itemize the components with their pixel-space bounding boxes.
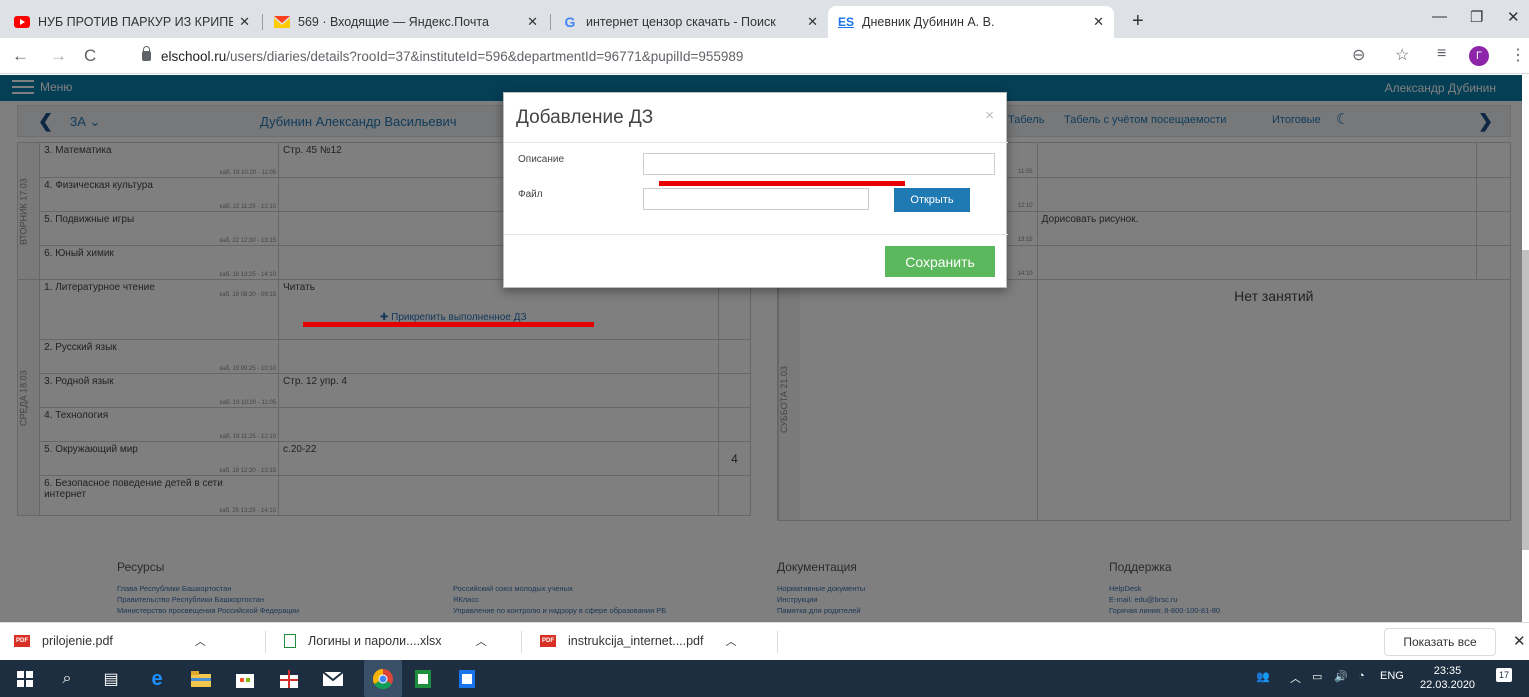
people-icon[interactable]: 👥 <box>1256 670 1270 683</box>
clock-date: 22.03.2020 <box>1420 679 1476 691</box>
file-input[interactable] <box>643 188 869 210</box>
close-icon[interactable]: ✕ <box>1093 14 1104 30</box>
close-icon[interactable]: × <box>985 107 994 124</box>
url-path: /users/diaries/details?rooId=37&institut… <box>226 48 744 64</box>
tab-title: Дневник Дубинин А. В. <box>862 15 995 29</box>
add-homework-modal: Добавление ДЗ × Описание Файл Открыть Со… <box>503 92 1008 288</box>
back-icon[interactable]: ← <box>12 46 29 66</box>
reload-icon[interactable]: C <box>84 46 96 66</box>
tab-title: интернет цензор скачать - Поиск <box>586 15 776 29</box>
open-file-button[interactable]: Открыть <box>894 188 970 212</box>
tab-google-search[interactable]: G интернет цензор скачать - Поиск ✕ <box>552 6 828 38</box>
restore-icon[interactable]: ❐ <box>1470 8 1483 26</box>
modal-title: Добавление ДЗ <box>516 107 654 128</box>
xlsx-icon <box>284 634 296 648</box>
minimize-icon[interactable]: — <box>1432 8 1447 25</box>
google-icon: G <box>564 14 576 30</box>
language-indicator[interactable]: ENG <box>1380 670 1404 682</box>
yandex-mail-icon <box>274 14 290 30</box>
close-icon[interactable]: ✕ <box>527 14 538 30</box>
tab-title: 569 · Входящие — Яндекс.Почта <box>298 15 489 29</box>
red-annotation-line <box>303 322 594 327</box>
task-view-icon[interactable]: ▤ <box>100 668 122 690</box>
url-bar[interactable]: elschool.ru/users/diaries/details?rooId=… <box>130 44 1340 68</box>
windows-start-icon[interactable] <box>14 668 36 690</box>
downloads-bar: PDF prilojenie.pdf ︿ Логины и пароли....… <box>0 622 1529 660</box>
close-icon[interactable]: ✕ <box>807 14 818 30</box>
windows-taskbar: ⌕ ▤ e 👥 ︿ ▭ 🔊 ◔ ENG 23:35 22.03.2020 17 <box>0 660 1529 697</box>
elschool-icon: ES <box>838 15 855 29</box>
save-button[interactable]: Сохранить <box>885 246 995 277</box>
search-icon[interactable]: ⌕ <box>56 668 78 690</box>
chevron-up-icon[interactable]: ︿ <box>195 633 206 649</box>
tray-chevron-icon[interactable]: ︿ <box>1290 670 1301 686</box>
mail-icon[interactable] <box>322 668 344 690</box>
download-item[interactable]: Логины и пароли....xlsx ︿ <box>284 633 487 649</box>
screen: НУБ ПРОТИВ ПАРКУР ИЗ КРИПЕ ✕ 569 · Входя… <box>0 0 1529 697</box>
pdf-icon: PDF <box>14 635 30 647</box>
tab-youtube[interactable]: НУБ ПРОТИВ ПАРКУР ИЗ КРИПЕ ✕ <box>4 6 260 38</box>
lock-icon <box>142 46 151 61</box>
chrome-icon[interactable] <box>364 660 402 697</box>
description-label: Описание <box>518 154 565 165</box>
url-host: elschool.ru <box>161 48 227 64</box>
tab-yandex-mail[interactable]: 569 · Входящие — Яндекс.Почта ✕ <box>264 6 548 38</box>
bookmark-star-icon[interactable]: ☆ <box>1395 45 1409 65</box>
forward-icon[interactable]: → <box>50 46 67 66</box>
description-input[interactable] <box>643 153 995 175</box>
explorer-icon[interactable] <box>190 668 212 690</box>
volume-icon[interactable]: 🔊 <box>1334 670 1348 683</box>
edge-icon[interactable]: e <box>146 668 168 690</box>
close-icon[interactable]: ✕ <box>1513 632 1526 650</box>
chevron-up-icon[interactable]: ︿ <box>476 633 487 649</box>
new-tab-button[interactable]: + <box>1132 10 1144 33</box>
file-label: Файл <box>518 189 543 200</box>
download-name: Логины и пароли....xlsx <box>308 634 442 648</box>
spreadsheet-app-icon[interactable] <box>412 668 434 690</box>
profile-avatar[interactable]: Г <box>1469 46 1489 66</box>
show-all-downloads-button[interactable]: Показать все <box>1384 628 1496 656</box>
document-app-icon[interactable] <box>456 668 478 690</box>
youtube-icon <box>14 14 30 30</box>
wifi-icon[interactable]: ◔ <box>1358 670 1365 682</box>
red-annotation-line <box>659 181 905 186</box>
pdf-icon: PDF <box>540 635 556 647</box>
gift-app-icon[interactable] <box>278 668 300 690</box>
browser-tab-strip: НУБ ПРОТИВ ПАРКУР ИЗ КРИПЕ ✕ 569 · Входя… <box>0 0 1529 38</box>
notifications-icon[interactable]: 17 <box>1496 668 1513 682</box>
tab-elschool-diary[interactable]: ES Дневник Дубинин А. В. ✕ <box>828 6 1114 38</box>
scrollbar-thumb[interactable] <box>1522 250 1529 550</box>
store-icon[interactable] <box>234 668 256 690</box>
download-name: prilojenie.pdf <box>42 634 113 648</box>
download-name: instrukcija_internet....pdf <box>568 634 704 648</box>
reading-list-icon[interactable]: ≡ <box>1437 45 1446 63</box>
tab-title: НУБ ПРОТИВ ПАРКУР ИЗ КРИПЕ <box>38 15 234 29</box>
window-close-icon[interactable]: ✕ <box>1507 8 1520 26</box>
zoom-icon[interactable]: ⊖ <box>1352 45 1365 65</box>
download-item[interactable]: PDF instrukcija_internet....pdf ︿ <box>540 633 737 649</box>
download-item[interactable]: PDF prilojenie.pdf ︿ <box>14 633 206 649</box>
close-icon[interactable]: ✕ <box>239 14 250 30</box>
address-toolbar: ← → C elschool.ru/users/diaries/details?… <box>0 38 1529 74</box>
browser-menu-icon[interactable]: ⋮ <box>1510 45 1526 65</box>
clock[interactable]: 23:35 22.03.2020 <box>1420 664 1475 692</box>
chevron-up-icon[interactable]: ︿ <box>726 633 737 649</box>
clock-time: 23:35 <box>1433 665 1462 677</box>
battery-icon[interactable]: ▭ <box>1312 670 1322 683</box>
